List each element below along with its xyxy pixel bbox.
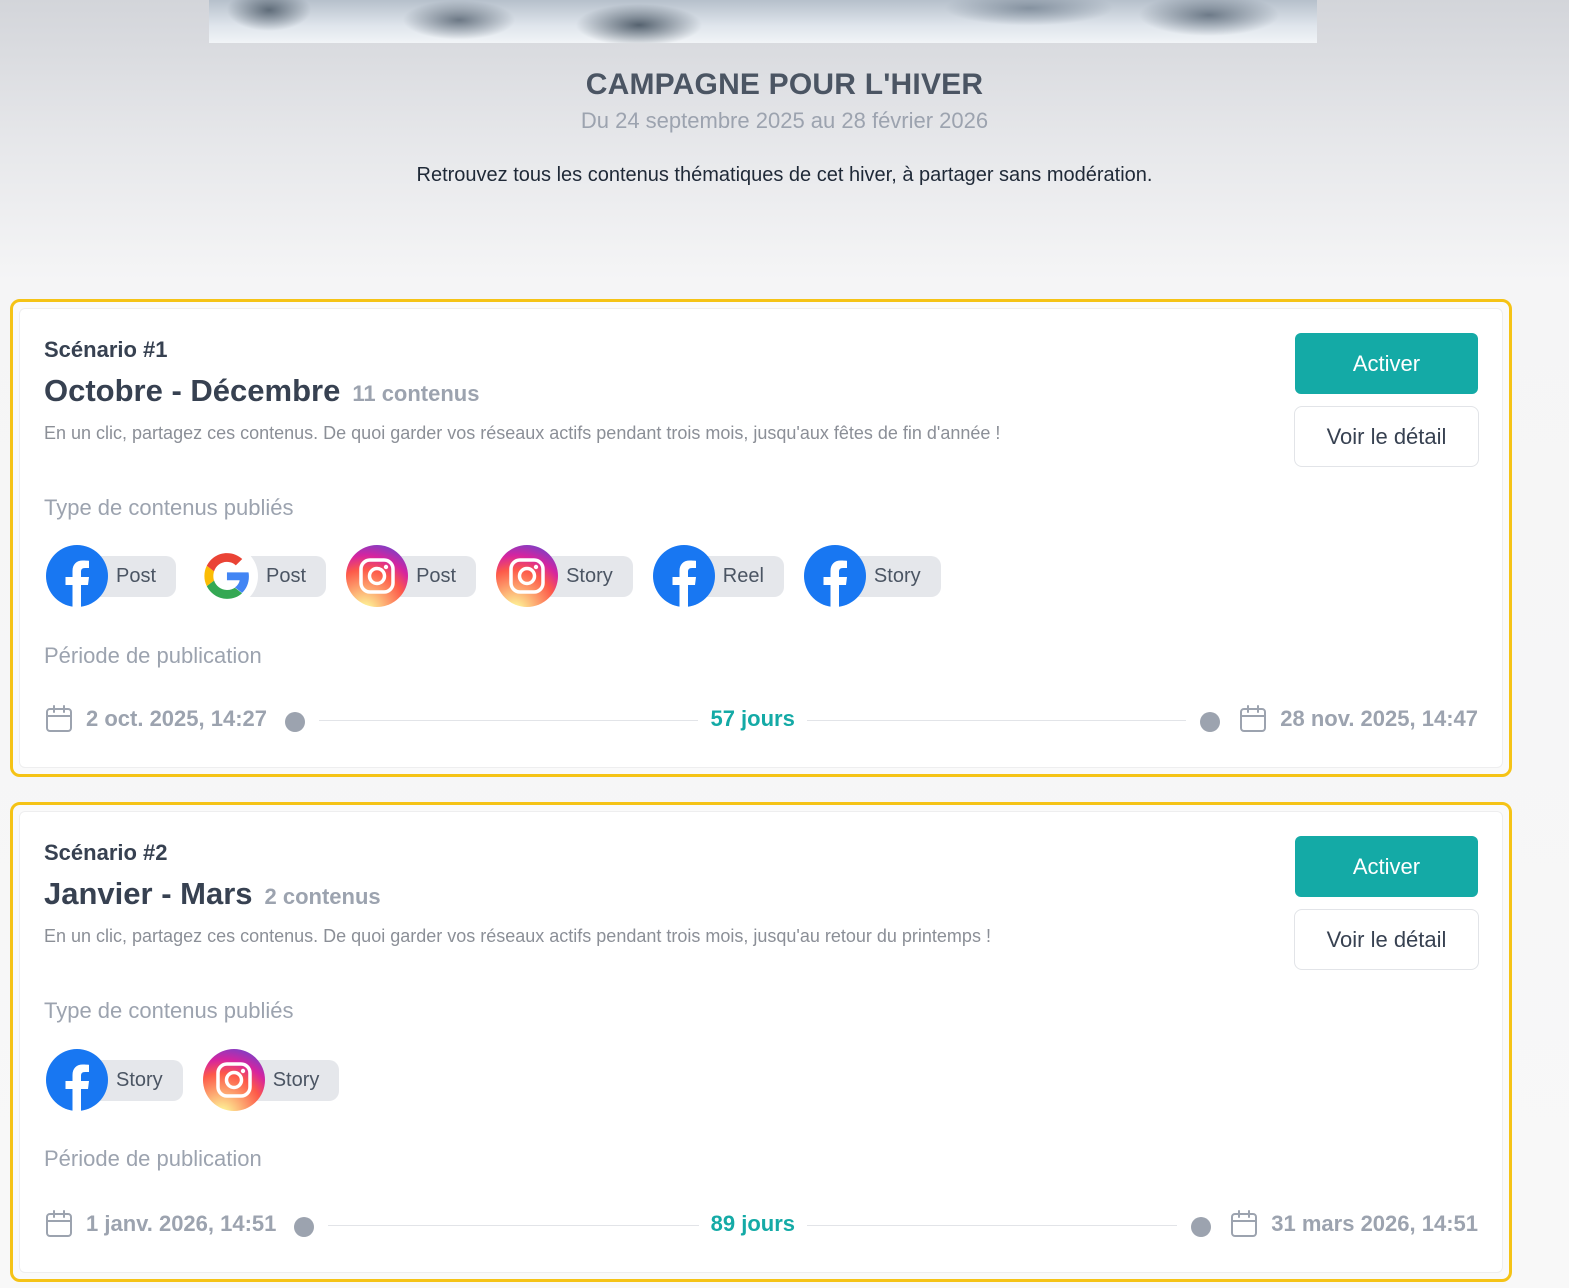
calendar-icon [1229,1209,1259,1239]
campaign-header: CAMPAGNE POUR L'HIVER Du 24 septembre 20… [0,68,1569,187]
view-detail-button[interactable]: Voir le détail [1294,909,1479,970]
calendar-icon [44,704,74,734]
start-date: 2 oct. 2025, 14:27 [86,706,268,731]
scenario-name: Janvier - Mars [44,876,253,911]
facebook-icon [46,1049,108,1111]
scenario-title: Janvier - Mars 2 contenus [44,876,381,912]
content-type-chip: Post [46,545,177,607]
google-icon [196,545,259,607]
instagram-icon [202,1049,265,1111]
duration-days: 89 jours [710,1211,796,1236]
timeline-end-dot [1191,1217,1212,1237]
scenario-card-2: Scénario #2 Janvier - Mars 2 contenus En… [10,802,1512,1282]
content-types-list: Post Post Post Story Reel Story [46,545,961,607]
activate-button[interactable]: Activer [1295,836,1478,897]
content-type-chip: Story [496,545,633,607]
instagram-icon [346,545,409,607]
content-types-heading: Type de contenus publiés [44,998,294,1023]
scenario-content-count: 11 contenus [352,381,480,406]
content-type-chip: Reel [652,545,784,607]
content-types-heading: Type de contenus publiés [44,495,294,520]
timeline-start-dot [294,1217,315,1237]
scenario-content-count: 2 contenus [264,884,381,909]
scenario-label: Scénario #2 [44,840,168,865]
view-detail-button[interactable]: Voir le détail [1294,406,1479,467]
hero-banner-image [209,0,1317,43]
timeline-line [319,719,699,721]
campaign-title: CAMPAGNE POUR L'HIVER [585,68,984,101]
publication-period-heading: Période de publication [44,1146,262,1171]
scenario-title: Octobre - Décembre 11 contenus [44,373,479,409]
activate-button[interactable]: Activer [1295,333,1478,394]
facebook-icon [652,545,715,607]
content-types-list: Story Story [46,1049,359,1111]
content-type-chip: Post [196,545,327,607]
publication-timeline: 2 oct. 2025, 14:27 57 jours 28 nov. 2025… [44,699,1478,739]
facebook-icon [46,545,108,607]
content-type-chip: Story [803,545,941,607]
timeline-line [328,1224,699,1226]
scenario-card-1: Scénario #1 Octobre - Décembre 11 conten… [10,299,1512,777]
scenario-label: Scénario #1 [44,337,168,362]
timeline-line [807,1224,1178,1226]
start-date: 1 janv. 2026, 14:51 [86,1211,277,1236]
instagram-icon [496,545,559,607]
content-type-chip: Story [46,1049,183,1111]
scenario-name: Octobre - Décembre [44,373,341,408]
scenario-description: En un clic, partagez ces contenus. De qu… [44,926,991,946]
calendar-icon [1238,704,1268,734]
publication-timeline: 1 janv. 2026, 14:51 89 jours 31 mars 202… [44,1204,1478,1244]
scenario-description: En un clic, partagez ces contenus. De qu… [44,423,1001,443]
timeline-end-dot [1200,712,1221,732]
content-type-chip: Story [202,1049,340,1111]
campaign-description: Retrouvez tous les contenus thématiques … [416,164,1153,186]
content-type-chip: Post [346,545,477,607]
timeline-line [806,719,1187,721]
calendar-icon [44,1209,74,1239]
scenario-card-body: Scénario #2 Janvier - Mars 2 contenus En… [19,811,1503,1273]
end-date: 28 nov. 2025, 14:47 [1280,706,1478,731]
end-date: 31 mars 2026, 14:51 [1271,1211,1479,1236]
campaign-page: CAMPAGNE POUR L'HIVER Du 24 septembre 20… [0,0,1569,1288]
scenario-card-body: Scénario #1 Octobre - Décembre 11 conten… [19,308,1503,768]
campaign-dates: Du 24 septembre 2025 au 28 février 2026 [580,108,989,133]
timeline-start-dot [285,712,306,732]
duration-days: 57 jours [710,706,795,731]
facebook-icon [803,545,866,607]
publication-period-heading: Période de publication [44,643,262,668]
